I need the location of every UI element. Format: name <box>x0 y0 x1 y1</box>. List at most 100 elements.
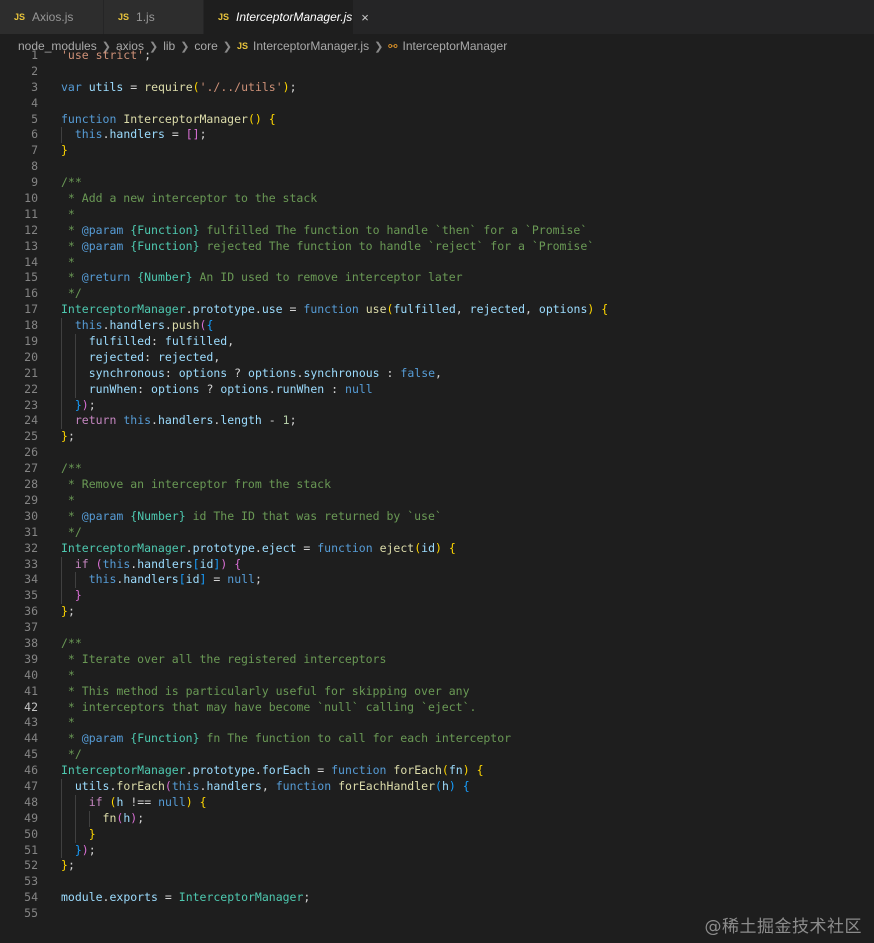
code-line[interactable]: 52}; <box>0 858 874 874</box>
code-text: module.exports = InterceptorManager; <box>61 890 311 905</box>
line-number: 55 <box>24 906 38 921</box>
indent-guide <box>74 349 76 366</box>
code-line[interactable]: 18 this.handlers.push({ <box>0 318 874 335</box>
code-text: * <box>61 206 75 221</box>
code-line[interactable]: 51 }); <box>0 842 874 859</box>
code-line[interactable]: 3 var utils = require('./../utils'); <box>0 80 874 96</box>
code-line[interactable]: 42 * interceptors that may have become `… <box>0 700 874 716</box>
indent-guide <box>61 334 62 350</box>
code-line[interactable]: 32 InterceptorManager.prototype.eject = f… <box>0 541 874 557</box>
code-line[interactable]: 36}; <box>0 604 874 620</box>
code-text: * @param {Function} fn The function to c… <box>61 731 512 746</box>
code-line[interactable]: 8 <box>0 159 874 175</box>
line-number: 12 <box>24 222 38 237</box>
line-number: 35 <box>24 588 38 603</box>
code-line[interactable]: 39 * Iterate over all the registered int… <box>0 652 874 668</box>
code-line[interactable]: 5 function InterceptorManager() { <box>0 112 874 128</box>
code-text: * <box>61 715 75 730</box>
code-line[interactable]: 31 */ <box>0 525 874 541</box>
code-line[interactable]: 49 fn(h); <box>0 810 874 827</box>
code-line[interactable]: 28 * Remove an interceptor from the stac… <box>0 477 874 493</box>
line-number: 14 <box>24 254 38 269</box>
code-line[interactable]: 7} <box>0 143 874 159</box>
code-line[interactable]: 48 if (h !== null) { <box>0 794 874 811</box>
code-line[interactable]: 12 * @param {Function} fulfilled The fun… <box>0 223 874 239</box>
line-number: 25 <box>24 429 38 444</box>
code-text: function InterceptorManager() { <box>61 111 276 126</box>
code-text: InterceptorManager.prototype.use = funct… <box>61 302 609 317</box>
code-line[interactable]: 41 * This method is particularly useful … <box>0 684 874 700</box>
close-icon[interactable]: × <box>361 10 369 25</box>
code-line[interactable]: 47 utils.forEach(this.handlers, function… <box>0 778 874 795</box>
code-line[interactable]: 21 synchronous: options ? options.synchr… <box>0 365 874 382</box>
code-line[interactable]: 19 fulfilled: fulfilled, <box>0 334 874 350</box>
code-line[interactable]: 54 module.exports = InterceptorManager; <box>0 890 874 906</box>
code-line[interactable]: 20 rejected: rejected, <box>0 349 874 366</box>
code-line[interactable]: 44 * @param {Function} fn The function t… <box>0 731 874 747</box>
code-line[interactable]: 17 InterceptorManager.prototype.use = fun… <box>0 302 874 318</box>
indent-guide <box>88 810 90 827</box>
javascript-file-icon: JS <box>118 12 130 22</box>
code-line[interactable]: 46 InterceptorManager.prototype.forEach =… <box>0 763 874 779</box>
line-number: 45 <box>24 747 38 762</box>
code-line[interactable]: 13 * @param {Function} rejected The func… <box>0 239 874 255</box>
code-line[interactable]: 33 if (this.handlers[id]) { <box>0 556 874 573</box>
code-line[interactable]: 35 } <box>0 588 874 605</box>
code-line[interactable]: 43 * <box>0 715 874 731</box>
code-line[interactable]: 23 }); <box>0 397 874 414</box>
code-line[interactable]: 25}; <box>0 429 874 445</box>
code-line[interactable]: 26 <box>0 445 874 461</box>
code-text: */ <box>61 524 82 539</box>
line-number: 48 <box>24 794 38 809</box>
watermark: @稀土掘金技术社区 <box>704 917 862 937</box>
code-line[interactable]: 37 <box>0 620 874 636</box>
tab-interceptor-manager-js[interactable]: JS InterceptorManager.js × <box>204 0 369 34</box>
code-line[interactable]: 22 runWhen: options ? options.runWhen : … <box>0 381 874 398</box>
tab-axios-js[interactable]: JS Axios.js <box>0 0 104 34</box>
code-text: } <box>88 826 96 841</box>
line-number: 44 <box>24 731 38 746</box>
code-line[interactable]: 1 'use strict'; <box>0 48 874 64</box>
tab-1-js[interactable]: JS 1.js <box>104 0 204 34</box>
code-line[interactable]: 6 this.handlers = []; <box>0 127 874 144</box>
code-line[interactable]: 11 * <box>0 207 874 223</box>
line-number: 27 <box>24 461 38 476</box>
line-number: 51 <box>24 842 38 857</box>
code-text: return this.handlers.length - 1; <box>74 413 297 428</box>
code-text: this.handlers.push({ <box>74 318 214 333</box>
code-line[interactable]: 53 <box>0 874 874 890</box>
code-text: fulfilled: fulfilled, <box>88 334 235 349</box>
code-line[interactable]: 16 */ <box>0 286 874 302</box>
code-text: utils.forEach(this.handlers, function fo… <box>74 778 470 793</box>
code-line[interactable]: 34 this.handlers[id] = null; <box>0 572 874 589</box>
code-line[interactable]: 40 * <box>0 668 874 684</box>
javascript-file-icon: JS <box>218 12 230 22</box>
code-line[interactable]: 14 * <box>0 255 874 271</box>
line-number: 18 <box>24 318 38 333</box>
code-text: }; <box>61 604 75 619</box>
code-line[interactable]: 2 <box>0 64 874 80</box>
code-line[interactable]: 27 /** <box>0 461 874 477</box>
code-line[interactable]: 24 return this.handlers.length - 1; <box>0 413 874 430</box>
code-text: if (h !== null) { <box>88 794 207 809</box>
code-editor[interactable]: 1 'use strict'; 2 3 var utils = require('./.… <box>0 48 874 943</box>
line-number: 21 <box>24 365 38 380</box>
code-line[interactable]: 15 * @return {Number} An ID used to remo… <box>0 270 874 286</box>
code-line[interactable]: 29 * <box>0 493 874 509</box>
line-number: 22 <box>24 381 38 396</box>
code-line[interactable]: 4 <box>0 96 874 112</box>
indent-guide <box>61 127 62 144</box>
code-line[interactable]: 38 /** <box>0 636 874 652</box>
code-line[interactable]: 50 } <box>0 826 874 843</box>
code-text: * @param {Function} rejected The functio… <box>61 238 595 253</box>
line-number: 9 <box>31 175 38 190</box>
code-line[interactable]: 9 /** <box>0 175 874 191</box>
code-line[interactable]: 10 * Add a new interceptor to the stack <box>0 191 874 207</box>
code-text: /** <box>61 635 82 650</box>
code-line[interactable]: 30 * @param {Number} id The ID that was … <box>0 509 874 525</box>
line-number: 38 <box>24 635 38 650</box>
code-text: * @param {Number} id The ID that was ret… <box>61 508 442 523</box>
line-number: 1 <box>31 48 38 62</box>
code-line[interactable]: 45 */ <box>0 747 874 763</box>
line-number: 16 <box>24 286 38 301</box>
